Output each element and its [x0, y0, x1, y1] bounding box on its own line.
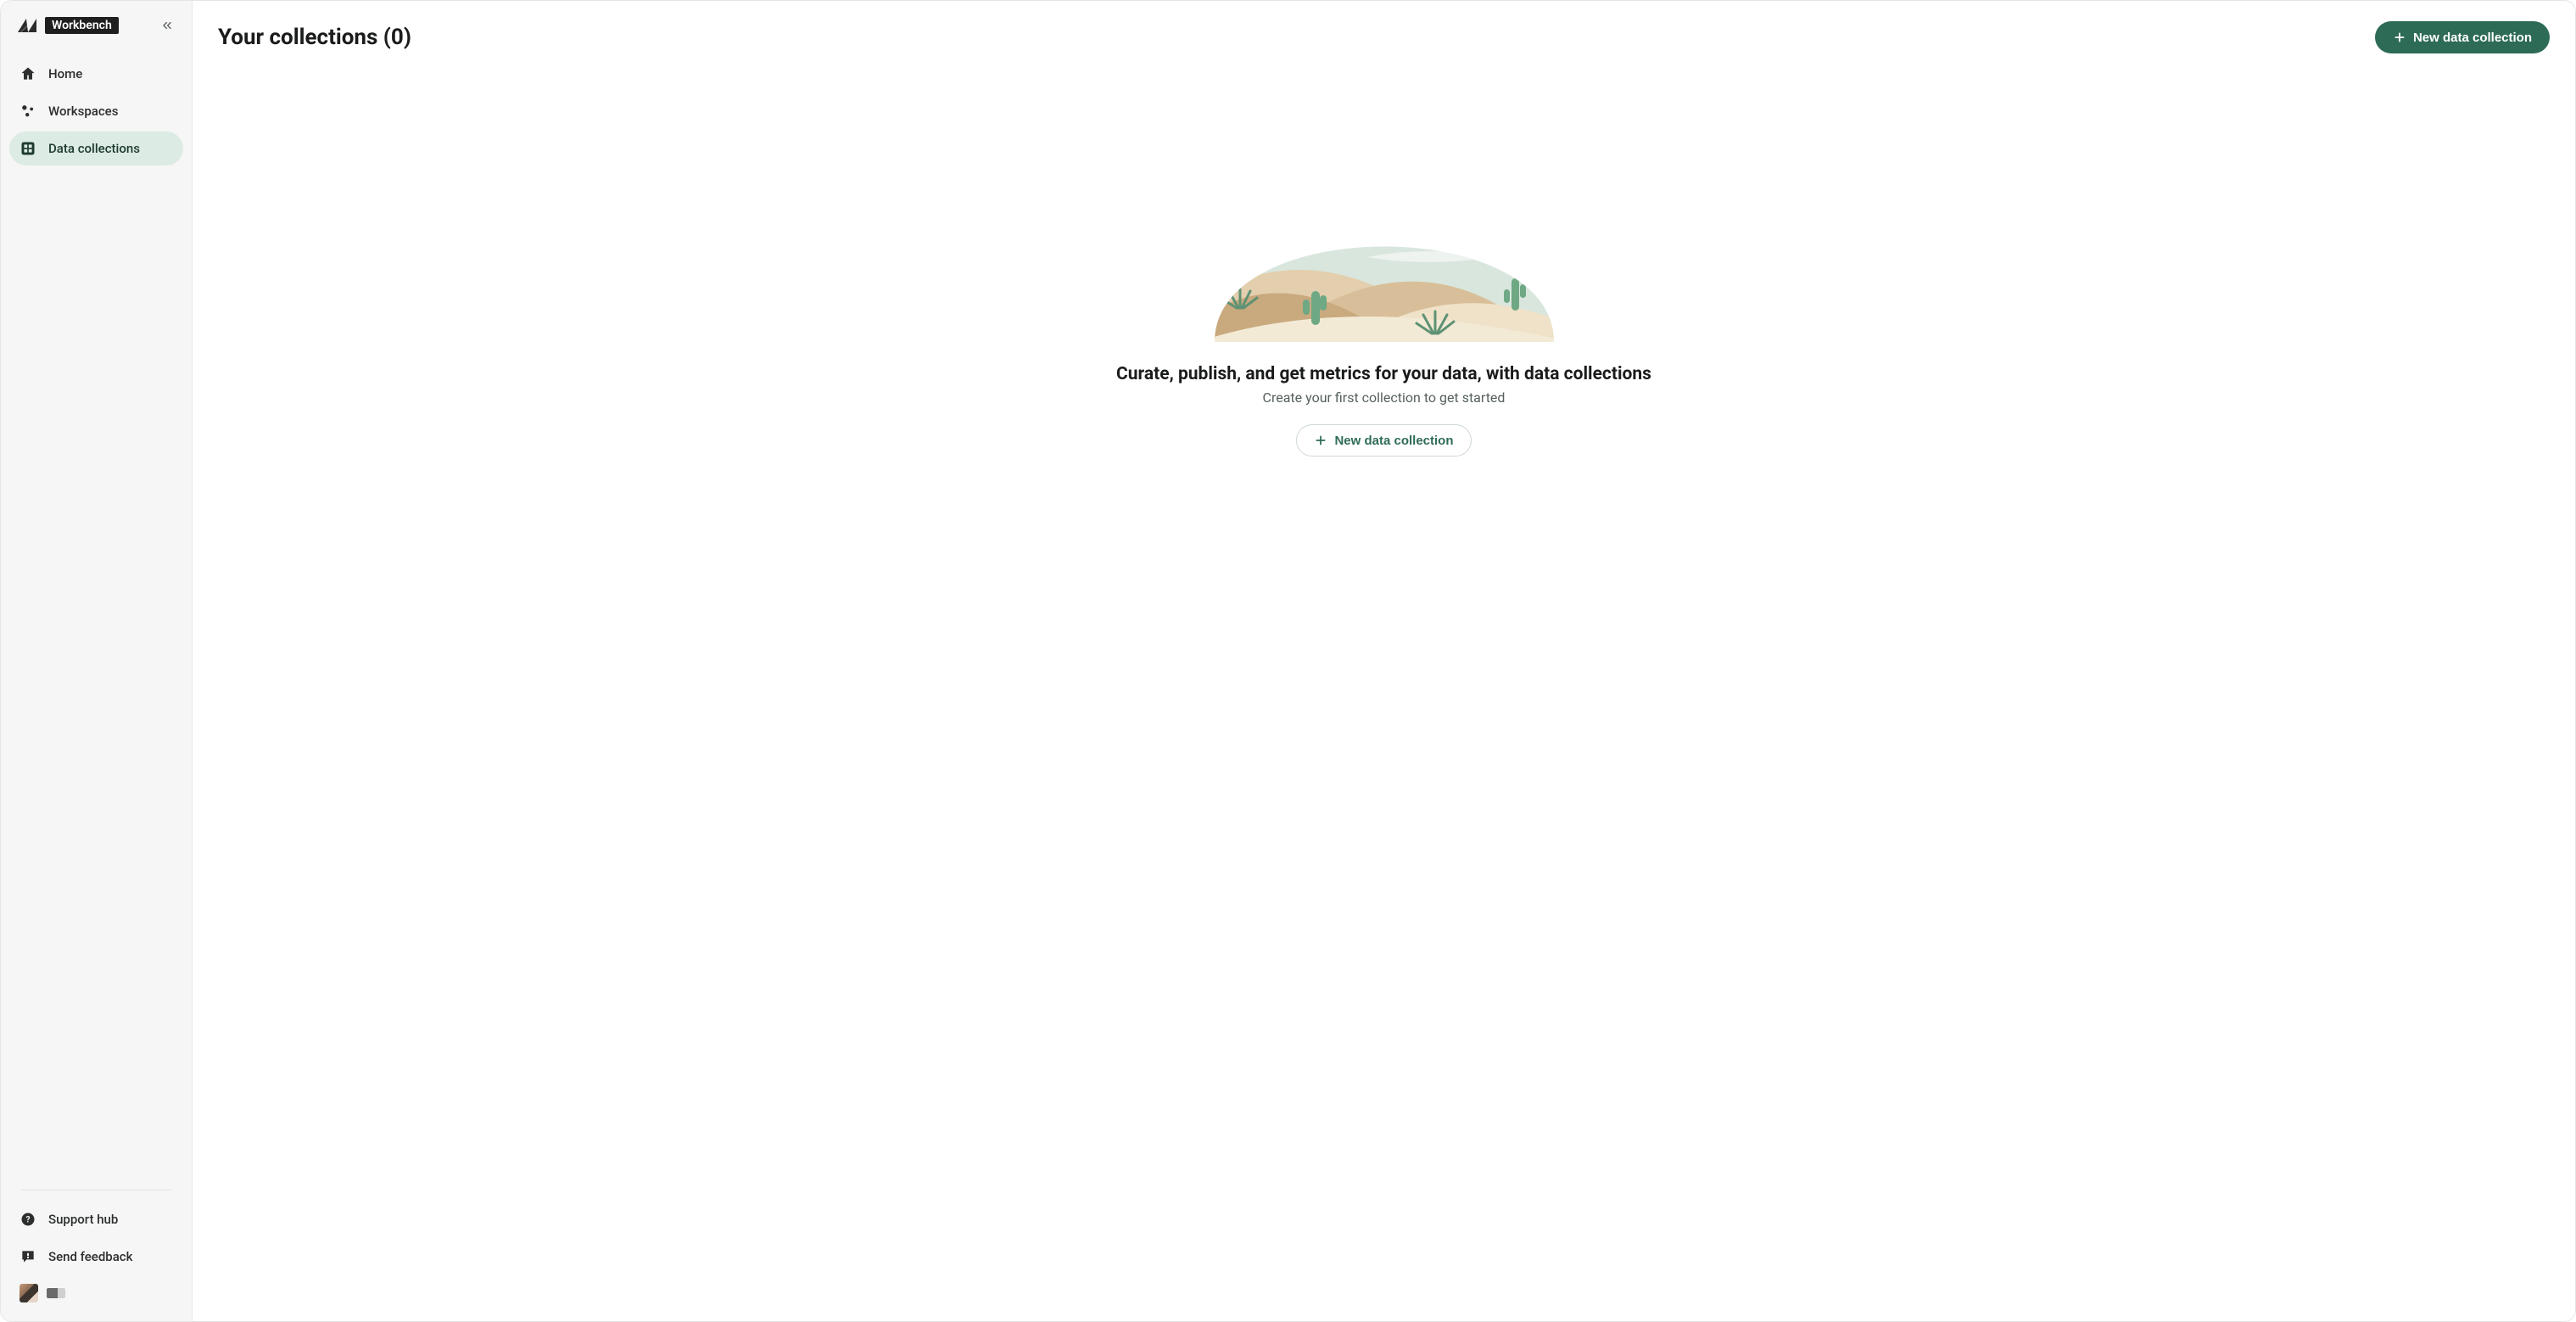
- sidebar-nav: Home Workspaces Data collections: [1, 45, 192, 165]
- brand-name: Workbench: [45, 17, 119, 34]
- sidebar-item-label: Send feedback: [48, 1249, 132, 1264]
- new-data-collection-button[interactable]: New data collection: [2375, 21, 2550, 53]
- desert-illustration: [1198, 164, 1571, 342]
- button-label: New data collection: [2413, 31, 2532, 44]
- collapse-sidebar-button[interactable]: [156, 14, 178, 36]
- logo-icon: [18, 19, 36, 32]
- plus-icon: [2393, 31, 2406, 44]
- sidebar-item-label: Support hub: [48, 1212, 118, 1227]
- sidebar-item-data-collections[interactable]: Data collections: [9, 132, 183, 165]
- page-header: Your collections (0) New data collection: [193, 1, 2575, 62]
- avatar: [20, 1284, 38, 1302]
- feedback-icon: [20, 1248, 36, 1265]
- sidebar-item-label: Data collections: [48, 141, 140, 156]
- empty-state-headline: Curate, publish, and get metrics for you…: [1116, 364, 1651, 384]
- plus-icon: [1314, 434, 1327, 447]
- help-icon: ?: [20, 1211, 36, 1228]
- sidebar-item-home[interactable]: Home: [9, 57, 183, 91]
- svg-text:?: ?: [26, 1215, 31, 1224]
- main-content: Your collections (0) New data collection: [193, 1, 2575, 1321]
- sidebar-header: Workbench: [1, 1, 192, 45]
- grid-icon: [20, 140, 36, 157]
- empty-state: Curate, publish, and get metrics for you…: [193, 62, 2575, 1321]
- empty-state-subline: Create your first collection to get star…: [1263, 389, 1506, 406]
- org-thumbnail: [47, 1288, 65, 1298]
- page-title: Your collections (0): [218, 25, 411, 50]
- chevrons-left-icon: [160, 19, 174, 32]
- button-label: New data collection: [1334, 434, 1453, 447]
- workspaces-icon: [20, 103, 36, 120]
- sidebar-item-support-hub[interactable]: ? Support hub: [9, 1202, 183, 1236]
- sidebar-item-workspaces[interactable]: Workspaces: [9, 94, 183, 128]
- sidebar-footer: ? Support hub Send feedback: [1, 1190, 192, 1321]
- new-data-collection-button-secondary[interactable]: New data collection: [1296, 424, 1471, 457]
- home-icon: [20, 65, 36, 82]
- account-switcher[interactable]: [9, 1277, 183, 1309]
- app-shell: Workbench Home Workspaces: [0, 0, 2576, 1322]
- sidebar-item-label: Home: [48, 66, 82, 81]
- sidebar-item-label: Workspaces: [48, 104, 118, 119]
- sidebar-item-send-feedback[interactable]: Send feedback: [9, 1240, 183, 1274]
- sidebar: Workbench Home Workspaces: [1, 1, 193, 1321]
